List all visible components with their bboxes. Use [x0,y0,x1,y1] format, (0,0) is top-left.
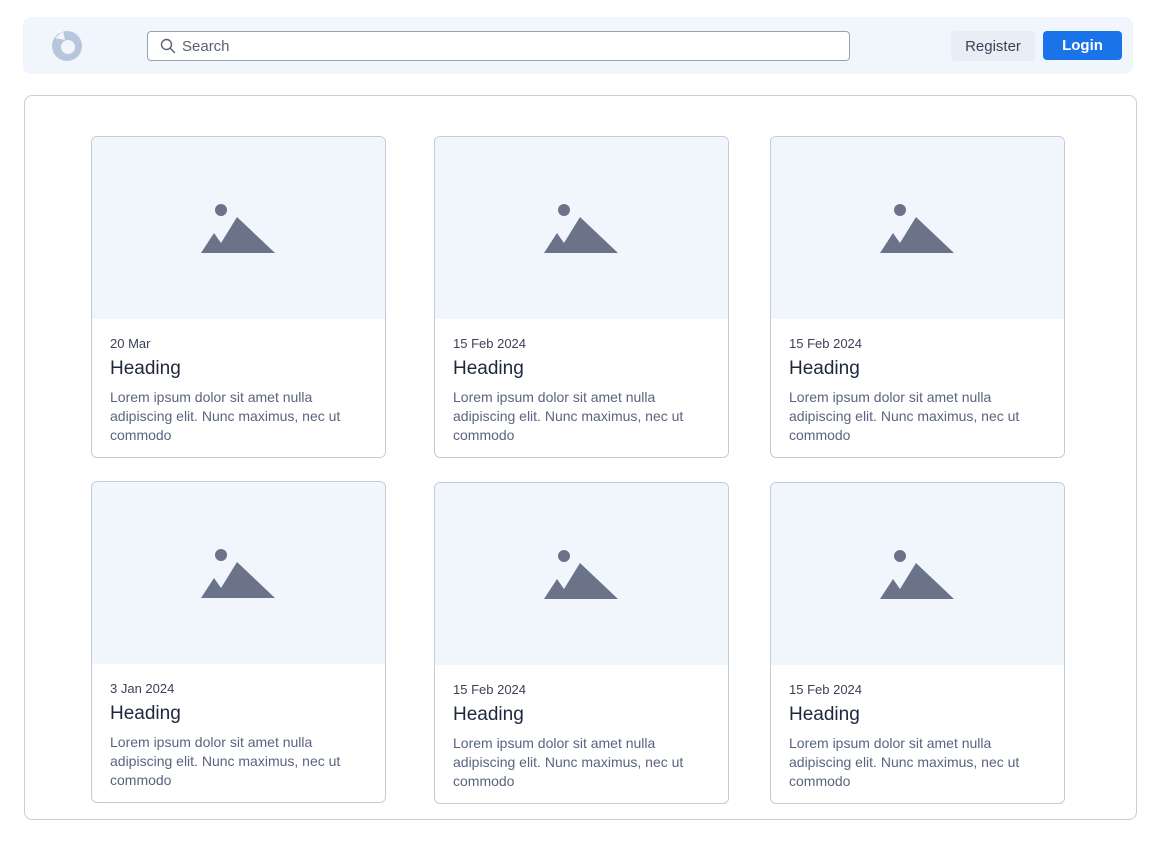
image-placeholder-icon [201,204,275,253]
card[interactable]: 3 Jan 2024 Heading Lorem ipsum dolor sit… [91,481,386,803]
card-image [771,483,1064,665]
card[interactable]: 15 Feb 2024 Heading Lorem ipsum dolor si… [770,136,1065,458]
register-button[interactable]: Register [951,31,1035,61]
top-bar: Register Login [23,17,1133,74]
card-image [435,137,728,319]
card-heading: Heading [789,358,860,379]
content-panel: 20 Mar Heading Lorem ipsum dolor sit ame… [24,95,1137,820]
login-button[interactable]: Login [1043,31,1122,60]
card-heading: Heading [453,358,524,379]
search-box[interactable] [147,31,850,61]
card-image [771,137,1064,319]
card[interactable]: 15 Feb 2024 Heading Lorem ipsum dolor si… [434,136,729,458]
card-text: Lorem ipsum dolor sit amet nulla adipisc… [110,734,341,788]
card-date: 15 Feb 2024 [789,682,863,697]
card-date: 15 Feb 2024 [453,336,527,351]
card-date: 3 Jan 2024 [110,681,175,696]
image-placeholder-icon [201,549,275,598]
card-text: Lorem ipsum dolor sit amet nulla adipisc… [453,735,684,789]
card-date: 15 Feb 2024 [453,682,527,697]
image-placeholder-icon [880,550,954,599]
card[interactable]: 20 Mar Heading Lorem ipsum dolor sit ame… [91,136,386,458]
card-text: Lorem ipsum dolor sit amet nulla adipisc… [789,389,1020,443]
search-icon [160,38,176,54]
search-input[interactable] [182,37,822,55]
card-heading: Heading [110,703,181,724]
card-heading: Heading [453,704,524,725]
image-placeholder-icon [880,204,954,253]
logo-icon[interactable] [49,28,85,64]
image-placeholder-icon [544,550,618,599]
card-date: 20 Mar [110,336,151,351]
card[interactable]: 15 Feb 2024 Heading Lorem ipsum dolor si… [434,482,729,804]
card-image [92,482,385,664]
card-text: Lorem ipsum dolor sit amet nulla adipisc… [789,735,1020,789]
card-text: Lorem ipsum dolor sit amet nulla adipisc… [453,389,684,443]
card[interactable]: 15 Feb 2024 Heading Lorem ipsum dolor si… [770,482,1065,804]
card-image [92,137,385,319]
card-heading: Heading [110,358,181,379]
image-placeholder-icon [544,204,618,253]
card-date: 15 Feb 2024 [789,336,863,351]
card-text: Lorem ipsum dolor sit amet nulla adipisc… [110,389,341,443]
card-image [435,483,728,665]
card-heading: Heading [789,704,860,725]
